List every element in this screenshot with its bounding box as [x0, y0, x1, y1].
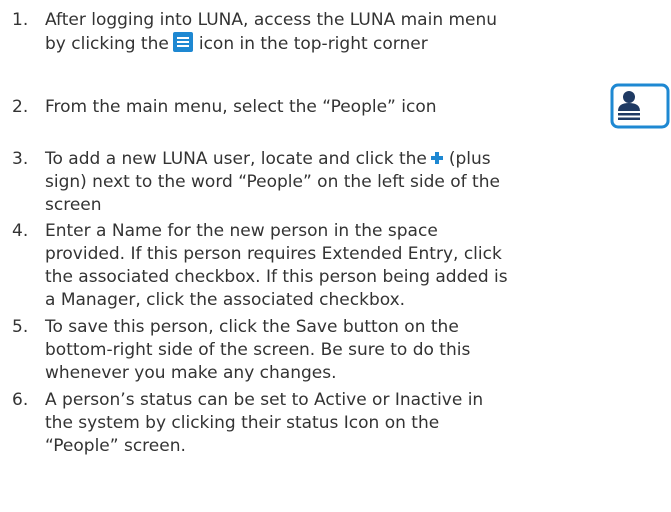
instruction-document: 1. After logging into LUNA, access the L… — [0, 0, 671, 512]
step-6-line-1: A person’s status can be set to Active o… — [45, 390, 484, 410]
step-1-text-before-icon: by clicking the — [45, 34, 169, 54]
step-number: 5. — [12, 317, 29, 337]
step-1-text-after-icon: icon in the top-right corner — [198, 34, 428, 54]
step-4-line-4: a Manager, click the associated checkbox… — [45, 290, 406, 310]
step-3-text-after-icon: (plus — [448, 149, 491, 169]
step-6-line-3: “People” screen. — [45, 436, 186, 456]
step-4-line-2: provided. If this person requires Extend… — [45, 244, 502, 264]
step-1-line-1: After logging into LUNA, access the LUNA… — [45, 10, 498, 30]
step-4-line-3: the associated checkbox. If this person … — [45, 267, 508, 287]
step-3-line-1: To add a new LUNA user, locate and click… — [45, 148, 491, 170]
step-3-text-before-icon: To add a new LUNA user, locate and click… — [45, 149, 427, 169]
step-3-line-3: screen — [45, 195, 102, 215]
step-6-line-2: the system by clicking their status Icon… — [45, 413, 440, 433]
step-1-line-2: by clicking the icon in the top-right cor… — [45, 32, 428, 54]
step-5-line-2: bottom-right side of the screen. Be sure… — [45, 340, 471, 360]
step-number: 2. — [12, 97, 29, 117]
step-number: 1. — [12, 10, 29, 30]
step-5-line-3: whenever you make any changes. — [45, 363, 337, 383]
step-2-line-1: From the main menu, select the “People” … — [45, 97, 437, 117]
step-4-line-1: Enter a Name for the new person in the s… — [45, 221, 438, 241]
step-number: 4. — [12, 221, 29, 241]
step-number: 3. — [12, 149, 29, 169]
plus-icon — [430, 149, 444, 164]
hamburger-menu-icon — [172, 32, 193, 52]
people-card-icon — [609, 82, 671, 130]
step-5-line-1: To save this person, click the Save butt… — [45, 317, 459, 337]
step-number: 6. — [12, 390, 29, 410]
step-3-line-2: sign) next to the word “People” on the l… — [45, 172, 500, 192]
